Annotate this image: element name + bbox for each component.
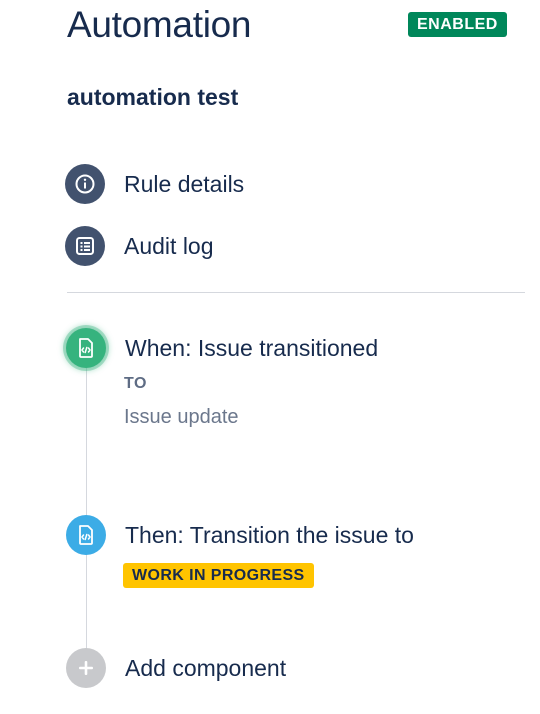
nav-item-rule-details[interactable]: Rule details — [65, 164, 244, 204]
nav-label-rule-details: Rule details — [124, 170, 245, 197]
section-divider — [67, 292, 525, 293]
file-code-icon[interactable] — [66, 328, 106, 368]
nav-item-audit-log[interactable]: Audit log — [65, 226, 214, 266]
status-lozenge: WORK IN PROGRESS — [123, 563, 314, 588]
page-title: Automation — [67, 4, 252, 45]
file-code-icon[interactable] — [66, 515, 106, 555]
rule-name: automation test — [67, 84, 239, 110]
trigger-qualifier: TO — [124, 375, 147, 392]
action-title[interactable]: Then: Transition the issue to — [125, 522, 414, 549]
trigger-detail: Issue update — [124, 406, 239, 428]
timeline-connector — [86, 350, 87, 668]
trigger-title[interactable]: When: Issue transitioned — [125, 335, 378, 362]
enabled-status-badge[interactable]: ENABLED — [408, 12, 507, 37]
list-icon — [65, 226, 105, 266]
info-icon — [65, 164, 105, 204]
automation-rule-panel: Automation ENABLED automation test Rule … — [0, 0, 540, 714]
add-component-button[interactable]: Add component — [125, 655, 286, 682]
nav-label-audit-log: Audit log — [124, 232, 214, 259]
plus-icon[interactable] — [66, 648, 106, 688]
